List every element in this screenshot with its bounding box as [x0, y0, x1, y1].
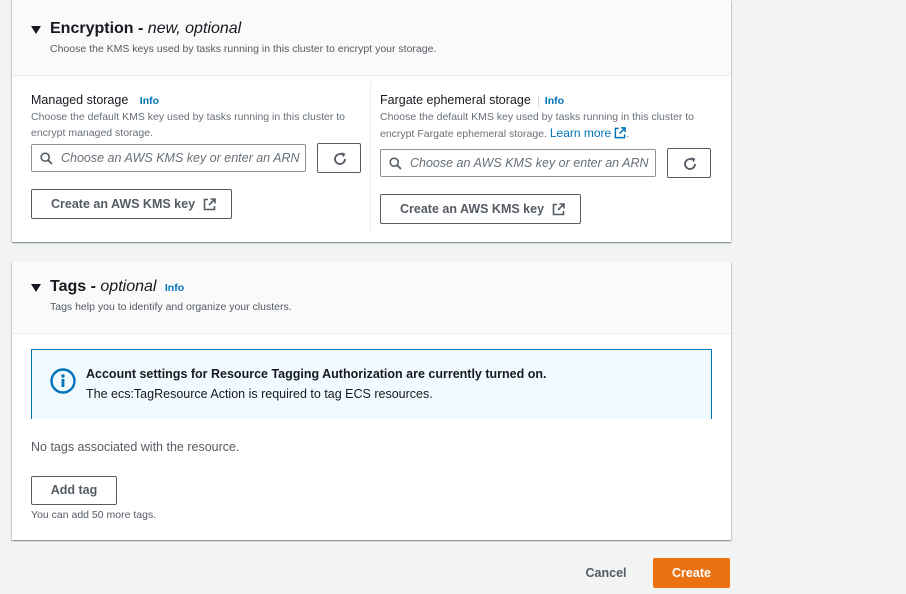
alert-title: Account settings for Resource Tagging Au…	[86, 367, 547, 381]
refresh-icon	[684, 157, 696, 170]
fargate-storage-description: Choose the default KMS key used by tasks…	[380, 111, 695, 140]
search-icon	[389, 157, 402, 170]
no-tags-text: No tags associated with the resource.	[31, 440, 240, 454]
fargate-storage-info-link[interactable]: Info	[545, 95, 564, 107]
fargate-storage-kms-input[interactable]: Choose an AWS KMS key or enter an ARN	[380, 149, 656, 177]
encryption-title[interactable]: Encryption - new, optional	[50, 20, 241, 38]
add-tag-button[interactable]: Add tag	[31, 476, 117, 505]
caret-down-icon[interactable]	[31, 26, 41, 34]
tag-limit-text: You can add 50 more tags.	[31, 509, 157, 521]
column-divider	[370, 82, 371, 232]
managed-storage-kms-input[interactable]: Choose an AWS KMS key or enter an ARN	[31, 144, 306, 172]
tagging-authorization-alert: Account settings for Resource Tagging Au…	[31, 349, 712, 419]
external-link-icon	[552, 203, 565, 216]
refresh-icon	[334, 152, 346, 165]
managed-storage-refresh-button[interactable]	[317, 143, 361, 173]
tags-header: Tags - optional Info Tags help you to id…	[12, 262, 731, 334]
encryption-header: Encryption - new, optional Choose the KM…	[12, 0, 731, 76]
fargate-storage-label: Fargate ephemeral storage Info	[380, 93, 565, 107]
managed-storage-label: Managed storage Info	[31, 93, 160, 107]
external-link-icon	[203, 198, 216, 211]
managed-storage-info-link[interactable]: Info	[140, 95, 159, 107]
external-link-icon	[614, 127, 627, 139]
fargate-storage-placeholder: Choose an AWS KMS key or enter an ARN	[410, 156, 649, 170]
create-button[interactable]: Create	[653, 558, 730, 588]
tags-info-link[interactable]: Info	[165, 282, 184, 294]
learn-more-link[interactable]: Learn more	[550, 126, 611, 140]
fargate-storage-refresh-button[interactable]	[667, 148, 711, 178]
encryption-panel: Encryption - new, optional Choose the KM…	[12, 0, 731, 242]
alert-body: The ecs:TagResource Action is required t…	[86, 387, 433, 401]
tags-panel: Tags - optional Info Tags help you to id…	[12, 262, 731, 540]
search-icon	[40, 152, 53, 165]
fargate-storage-create-kms-key-button[interactable]: Create an AWS KMS key	[380, 194, 581, 224]
managed-storage-placeholder: Choose an AWS KMS key or enter an ARN	[61, 151, 300, 165]
managed-storage-create-kms-key-button[interactable]: Create an AWS KMS key	[31, 189, 232, 219]
managed-storage-description: Choose the default KMS key used by tasks…	[31, 111, 346, 139]
tags-description: Tags help you to identify and organize y…	[50, 301, 292, 313]
caret-down-icon[interactable]	[31, 284, 41, 292]
tags-title[interactable]: Tags - optional Info	[50, 278, 184, 296]
info-circle-icon	[50, 368, 76, 394]
cancel-button[interactable]: Cancel	[578, 560, 634, 587]
encryption-description: Choose the KMS keys used by tasks runnin…	[50, 43, 437, 55]
